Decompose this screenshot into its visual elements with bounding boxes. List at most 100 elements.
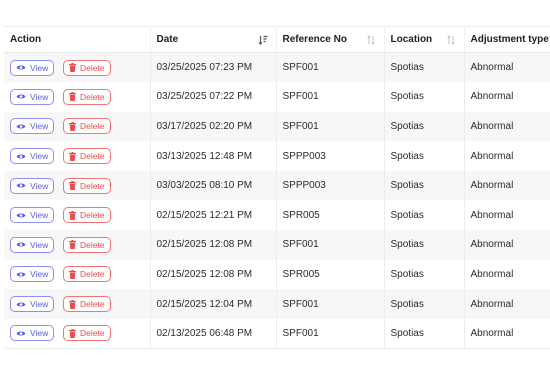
adjustment-type-cell: Abnormal <box>464 52 550 83</box>
view-button-label: View <box>30 210 49 221</box>
reference-no-cell: SPF001 <box>276 111 385 142</box>
column-header-label: Reference No <box>282 34 347 45</box>
table-row: View Delete 03/03/2025 08:10 PM SPPP003 … <box>4 170 550 201</box>
column-header-reference-no[interactable]: Reference No <box>276 26 385 53</box>
date-cell: 03/13/2025 12:48 PM <box>150 141 277 171</box>
date-cell: 03/17/2025 02:20 PM <box>150 111 277 142</box>
eye-icon <box>16 64 26 71</box>
table-body: View Delete 03/25/2025 07:23 PM SPF001 S… <box>4 52 550 349</box>
action-cell: View Delete <box>4 200 151 231</box>
location-cell: Spotias <box>384 111 465 142</box>
view-button[interactable]: View <box>10 177 54 194</box>
view-button-label: View <box>30 299 49 310</box>
eye-icon <box>16 330 26 337</box>
location-cell: Spotias <box>384 289 465 319</box>
table-row: View Delete 03/25/2025 07:23 PM SPF001 S… <box>4 52 550 83</box>
delete-button-label: Delete <box>80 269 105 280</box>
view-button[interactable]: View <box>10 296 54 313</box>
adjustment-type-cell: Abnormal <box>464 82 550 112</box>
action-cell: View Delete <box>4 170 151 201</box>
table-row: View Delete 02/15/2025 12:21 PM SPR005 S… <box>4 200 550 231</box>
trash-icon <box>69 63 76 73</box>
column-header-label: Location <box>390 34 433 45</box>
location-cell: Spotias <box>384 82 465 112</box>
table-row: View Delete 02/15/2025 12:04 PM SPF001 S… <box>4 289 550 319</box>
view-button[interactable]: View <box>10 148 54 165</box>
action-cell: View Delete <box>4 111 151 142</box>
sort-icon[interactable] <box>366 34 376 45</box>
view-button-label: View <box>30 121 49 132</box>
reference-no-cell: SPPP003 <box>276 141 385 171</box>
delete-button[interactable]: Delete <box>63 177 111 194</box>
trash-icon <box>69 121 76 131</box>
view-button[interactable]: View <box>10 59 54 76</box>
delete-button-label: Delete <box>80 328 105 339</box>
date-cell: 02/13/2025 06:48 PM <box>150 318 277 349</box>
eye-icon <box>16 212 26 219</box>
delete-button[interactable]: Delete <box>63 266 111 283</box>
delete-button-label: Delete <box>80 62 105 73</box>
column-header-location[interactable]: Location <box>384 26 465 53</box>
table-row: View Delete 03/25/2025 07:22 PM SPF001 S… <box>4 82 550 112</box>
action-cell: View Delete <box>4 52 151 83</box>
adjustment-type-cell: Abnormal <box>464 230 550 260</box>
date-cell: 02/15/2025 12:04 PM <box>150 289 277 319</box>
eye-icon <box>16 182 26 189</box>
adjustment-type-cell: Abnormal <box>464 318 550 349</box>
action-cell: View Delete <box>4 82 151 112</box>
delete-button[interactable]: Delete <box>63 59 111 76</box>
view-button-label: View <box>30 151 49 162</box>
table-row: View Delete 02/15/2025 12:08 PM SPF001 S… <box>4 230 550 260</box>
sort-icon[interactable] <box>446 34 456 45</box>
delete-button[interactable]: Delete <box>63 118 111 135</box>
adjustment-type-cell: Abnormal <box>464 259 550 290</box>
eye-icon <box>16 241 26 248</box>
adjustment-type-cell: Abnormal <box>464 170 550 201</box>
reference-no-cell: SPF001 <box>276 318 385 349</box>
delete-button-label: Delete <box>80 121 105 132</box>
adjustment-type-cell: Abnormal <box>464 200 550 231</box>
adjustment-type-cell: Abnormal <box>464 289 550 319</box>
table-header-row: Action Date Reference No Location Adjust… <box>4 26 550 53</box>
action-cell: View Delete <box>4 289 151 319</box>
reference-no-cell: SPR005 <box>276 259 385 290</box>
delete-button[interactable]: Delete <box>63 88 111 105</box>
sort-descending-icon[interactable] <box>258 35 268 45</box>
delete-button[interactable]: Delete <box>63 236 111 253</box>
trash-icon <box>69 92 76 102</box>
view-button[interactable]: View <box>10 207 54 224</box>
delete-button[interactable]: Delete <box>63 296 111 313</box>
delete-button[interactable]: Delete <box>63 207 111 224</box>
reference-no-cell: SPPP003 <box>276 170 385 201</box>
view-button[interactable]: View <box>10 88 54 105</box>
table-row: View Delete 02/13/2025 06:48 PM SPF001 S… <box>4 318 550 349</box>
table-row: View Delete 03/17/2025 02:20 PM SPF001 S… <box>4 111 550 142</box>
delete-button-label: Delete <box>80 91 105 102</box>
delete-button-label: Delete <box>80 151 105 162</box>
location-cell: Spotias <box>384 141 465 171</box>
view-button-label: View <box>30 328 49 339</box>
trash-icon <box>69 328 76 338</box>
trash-icon <box>69 299 76 309</box>
delete-button[interactable]: Delete <box>63 325 111 342</box>
delete-button[interactable]: Delete <box>63 148 111 165</box>
trash-icon <box>69 240 76 250</box>
reference-no-cell: SPF001 <box>276 230 385 260</box>
view-button-label: View <box>30 269 49 280</box>
action-cell: View Delete <box>4 318 151 349</box>
delete-button-label: Delete <box>80 239 105 250</box>
view-button-label: View <box>30 239 49 250</box>
eye-icon <box>16 271 26 278</box>
column-header-date[interactable]: Date <box>150 26 277 53</box>
view-button[interactable]: View <box>10 325 54 342</box>
location-cell: Spotias <box>384 170 465 201</box>
view-button[interactable]: View <box>10 236 54 253</box>
view-button[interactable]: View <box>10 266 54 283</box>
date-cell: 02/15/2025 12:08 PM <box>150 259 277 290</box>
view-button[interactable]: View <box>10 118 54 135</box>
reference-no-cell: SPR005 <box>276 200 385 231</box>
table-row: View Delete 02/15/2025 12:08 PM SPR005 S… <box>4 259 550 290</box>
location-cell: Spotias <box>384 230 465 260</box>
delete-button-label: Delete <box>80 210 105 221</box>
adjustment-type-cell: Abnormal <box>464 141 550 171</box>
